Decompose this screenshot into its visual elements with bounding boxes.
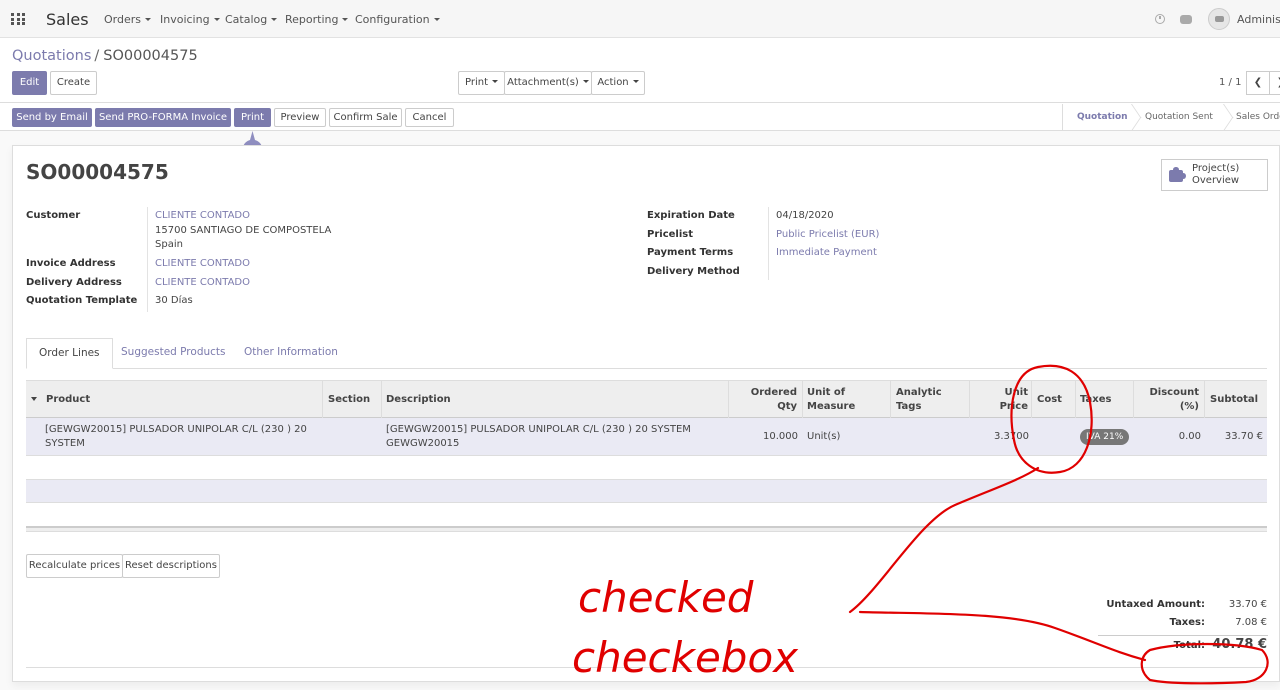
delivery-address-link[interactable]: CLIENTE CONTADO bbox=[155, 277, 250, 288]
puzzle-icon bbox=[1169, 167, 1186, 182]
column-subtotal[interactable]: Subtotal bbox=[1205, 381, 1267, 418]
table-row[interactable]: [GEWGW20015] PULSADOR UNIPOLAR C/L (230 … bbox=[26, 418, 1267, 456]
row-unit-of-measure[interactable]: Unit(s) bbox=[807, 418, 887, 456]
control-panel: Quotations / SO00004575 Edit Create Print … bbox=[0, 38, 1280, 103]
pricelist-label: Pricelist bbox=[647, 229, 693, 240]
stage-pipeline: Quotation Quotation Sent Sales Order bbox=[1062, 104, 1280, 131]
row-ordered-qty[interactable]: 10.000 bbox=[729, 418, 798, 456]
apps-menu-icon[interactable] bbox=[11, 13, 25, 25]
sort-caret-icon bbox=[31, 397, 37, 401]
messaging-chat-icon[interactable] bbox=[1180, 15, 1192, 24]
print-button[interactable]: Print bbox=[234, 108, 271, 127]
expiration-date-value[interactable]: 04/18/2020 bbox=[776, 210, 834, 221]
column-ordered-qty[interactable]: Ordered Qty bbox=[729, 381, 803, 418]
tab-order-lines[interactable]: Order Lines bbox=[26, 338, 113, 369]
row-taxes[interactable]: IVA 21% bbox=[1080, 418, 1134, 456]
tab-other-information[interactable]: Other Information bbox=[244, 338, 338, 369]
sheet-bottom-divider bbox=[26, 667, 1267, 668]
row-description[interactable]: [GEWGW20015] PULSADOR UNIPOLAR C/L (230 … bbox=[386, 418, 726, 456]
preview-button[interactable]: Preview bbox=[274, 108, 326, 127]
row-product[interactable]: [GEWGW20015] PULSADOR UNIPOLAR C/L (230 … bbox=[45, 418, 320, 456]
column-unit-of-measure[interactable]: Unit of Measure bbox=[803, 381, 891, 418]
menu-orders[interactable]: Orders bbox=[104, 13, 151, 26]
column-product[interactable]: Product bbox=[26, 381, 323, 418]
tax-badge: IVA 21% bbox=[1080, 429, 1130, 445]
user-menu[interactable]: Administr bbox=[1237, 13, 1280, 26]
quotation-template-value[interactable]: 30 Días bbox=[155, 295, 193, 306]
print-dropdown[interactable]: Print bbox=[458, 71, 505, 95]
tab-suggested-products[interactable]: Suggested Products bbox=[121, 338, 226, 369]
stage-separator bbox=[1131, 104, 1143, 131]
user-avatar[interactable] bbox=[1208, 8, 1230, 30]
stage-quotation-sent[interactable]: Quotation Sent bbox=[1145, 112, 1213, 122]
table-footer bbox=[26, 526, 1267, 532]
menu-invoicing[interactable]: Invoicing bbox=[160, 13, 220, 26]
project-overview-button[interactable]: Project(s) Overview bbox=[1161, 159, 1268, 191]
empty-table-row bbox=[26, 479, 1267, 503]
pricelist-link[interactable]: Public Pricelist (EUR) bbox=[776, 229, 879, 240]
delivery-address-label: Delivery Address bbox=[26, 277, 122, 288]
payment-terms-label: Payment Terms bbox=[647, 247, 734, 258]
row-discount[interactable]: 0.00 bbox=[1134, 418, 1201, 456]
field-divider bbox=[147, 207, 148, 312]
total-label: Total: bbox=[1173, 640, 1205, 651]
attachments-dropdown[interactable]: Attachment(s) bbox=[504, 71, 592, 95]
form-statusbar: Send by Email Send PRO-FORMA Invoice Pri… bbox=[0, 104, 1280, 131]
column-discount[interactable]: Discount (%) bbox=[1134, 381, 1205, 418]
pager-previous-button[interactable]: ❮ bbox=[1246, 71, 1270, 95]
send-by-email-button[interactable]: Send by Email bbox=[12, 108, 92, 127]
create-button[interactable]: Create bbox=[50, 71, 97, 95]
reset-descriptions-button[interactable]: Reset descriptions bbox=[122, 554, 220, 578]
column-section[interactable]: Section bbox=[323, 381, 382, 418]
quotation-template-label: Quotation Template bbox=[26, 295, 138, 306]
cancel-button[interactable]: Cancel bbox=[405, 108, 454, 127]
payment-terms-link[interactable]: Immediate Payment bbox=[776, 247, 877, 258]
row-subtotal: 33.70 € bbox=[1224, 431, 1263, 442]
field-divider bbox=[768, 207, 769, 280]
customer-address-line: 15700 SANTIAGO DE COMPOSTELA bbox=[155, 225, 332, 236]
menu-catalog[interactable]: Catalog bbox=[225, 13, 278, 26]
invoice-address-link[interactable]: CLIENTE CONTADO bbox=[155, 258, 250, 269]
untaxed-amount-value: 33.70 € bbox=[1228, 599, 1267, 610]
pager-value[interactable]: 1 / 1 bbox=[1219, 77, 1241, 88]
customer-link[interactable]: CLIENTE CONTADO bbox=[155, 210, 250, 221]
recalculate-prices-button[interactable]: Recalculate prices bbox=[26, 554, 123, 578]
project-overview-label: Project(s) Overview bbox=[1192, 163, 1240, 186]
invoice-address-label: Invoice Address bbox=[26, 258, 116, 269]
customer-label: Customer bbox=[26, 210, 81, 221]
column-description[interactable]: Description bbox=[382, 381, 729, 418]
app-brand[interactable]: Sales bbox=[46, 10, 89, 29]
edit-button[interactable]: Edit bbox=[12, 71, 47, 95]
taxes-value: 7.08 € bbox=[1235, 617, 1267, 628]
top-navbar: Sales Orders Invoicing Catalog Reporting… bbox=[0, 0, 1280, 38]
order-lines-header: Product Section Description Ordered Qty U… bbox=[26, 380, 1267, 418]
stage-separator bbox=[1223, 104, 1235, 131]
activity-clock-icon[interactable] bbox=[1155, 14, 1165, 24]
taxes-label: Taxes: bbox=[1169, 617, 1205, 628]
column-cost[interactable]: Cost bbox=[1032, 381, 1076, 418]
send-proforma-button[interactable]: Send PRO-FORMA Invoice bbox=[95, 108, 231, 127]
confirm-sale-button[interactable]: Confirm Sale bbox=[329, 108, 402, 127]
totals-divider bbox=[1098, 635, 1268, 636]
column-unit-price[interactable]: Unit Price bbox=[970, 381, 1032, 418]
column-analytic-tags[interactable]: Analytic Tags bbox=[891, 381, 970, 418]
action-dropdown[interactable]: Action bbox=[591, 71, 645, 95]
row-unit-price[interactable]: 3.3700 bbox=[970, 418, 1029, 456]
expiration-date-label: Expiration Date bbox=[647, 210, 735, 221]
delivery-method-label: Delivery Method bbox=[647, 266, 740, 277]
untaxed-amount-label: Untaxed Amount: bbox=[1106, 599, 1205, 610]
customer-country: Spain bbox=[155, 239, 183, 250]
pager-next-button[interactable]: ❯ bbox=[1269, 71, 1280, 95]
stage-quotation[interactable]: Quotation bbox=[1077, 112, 1128, 122]
stage-sales-order[interactable]: Sales Order bbox=[1236, 112, 1280, 122]
breadcrumb: Quotations / SO00004575 bbox=[12, 48, 198, 64]
record-title: SO00004575 bbox=[26, 160, 169, 184]
menu-configuration[interactable]: Configuration bbox=[355, 13, 440, 26]
total-value: 40.78 € bbox=[1212, 637, 1267, 652]
column-taxes[interactable]: Taxes bbox=[1076, 381, 1134, 418]
breadcrumb-current: SO00004575 bbox=[103, 48, 198, 64]
menu-reporting[interactable]: Reporting bbox=[285, 13, 349, 26]
breadcrumb-quotations-link[interactable]: Quotations bbox=[12, 48, 91, 64]
